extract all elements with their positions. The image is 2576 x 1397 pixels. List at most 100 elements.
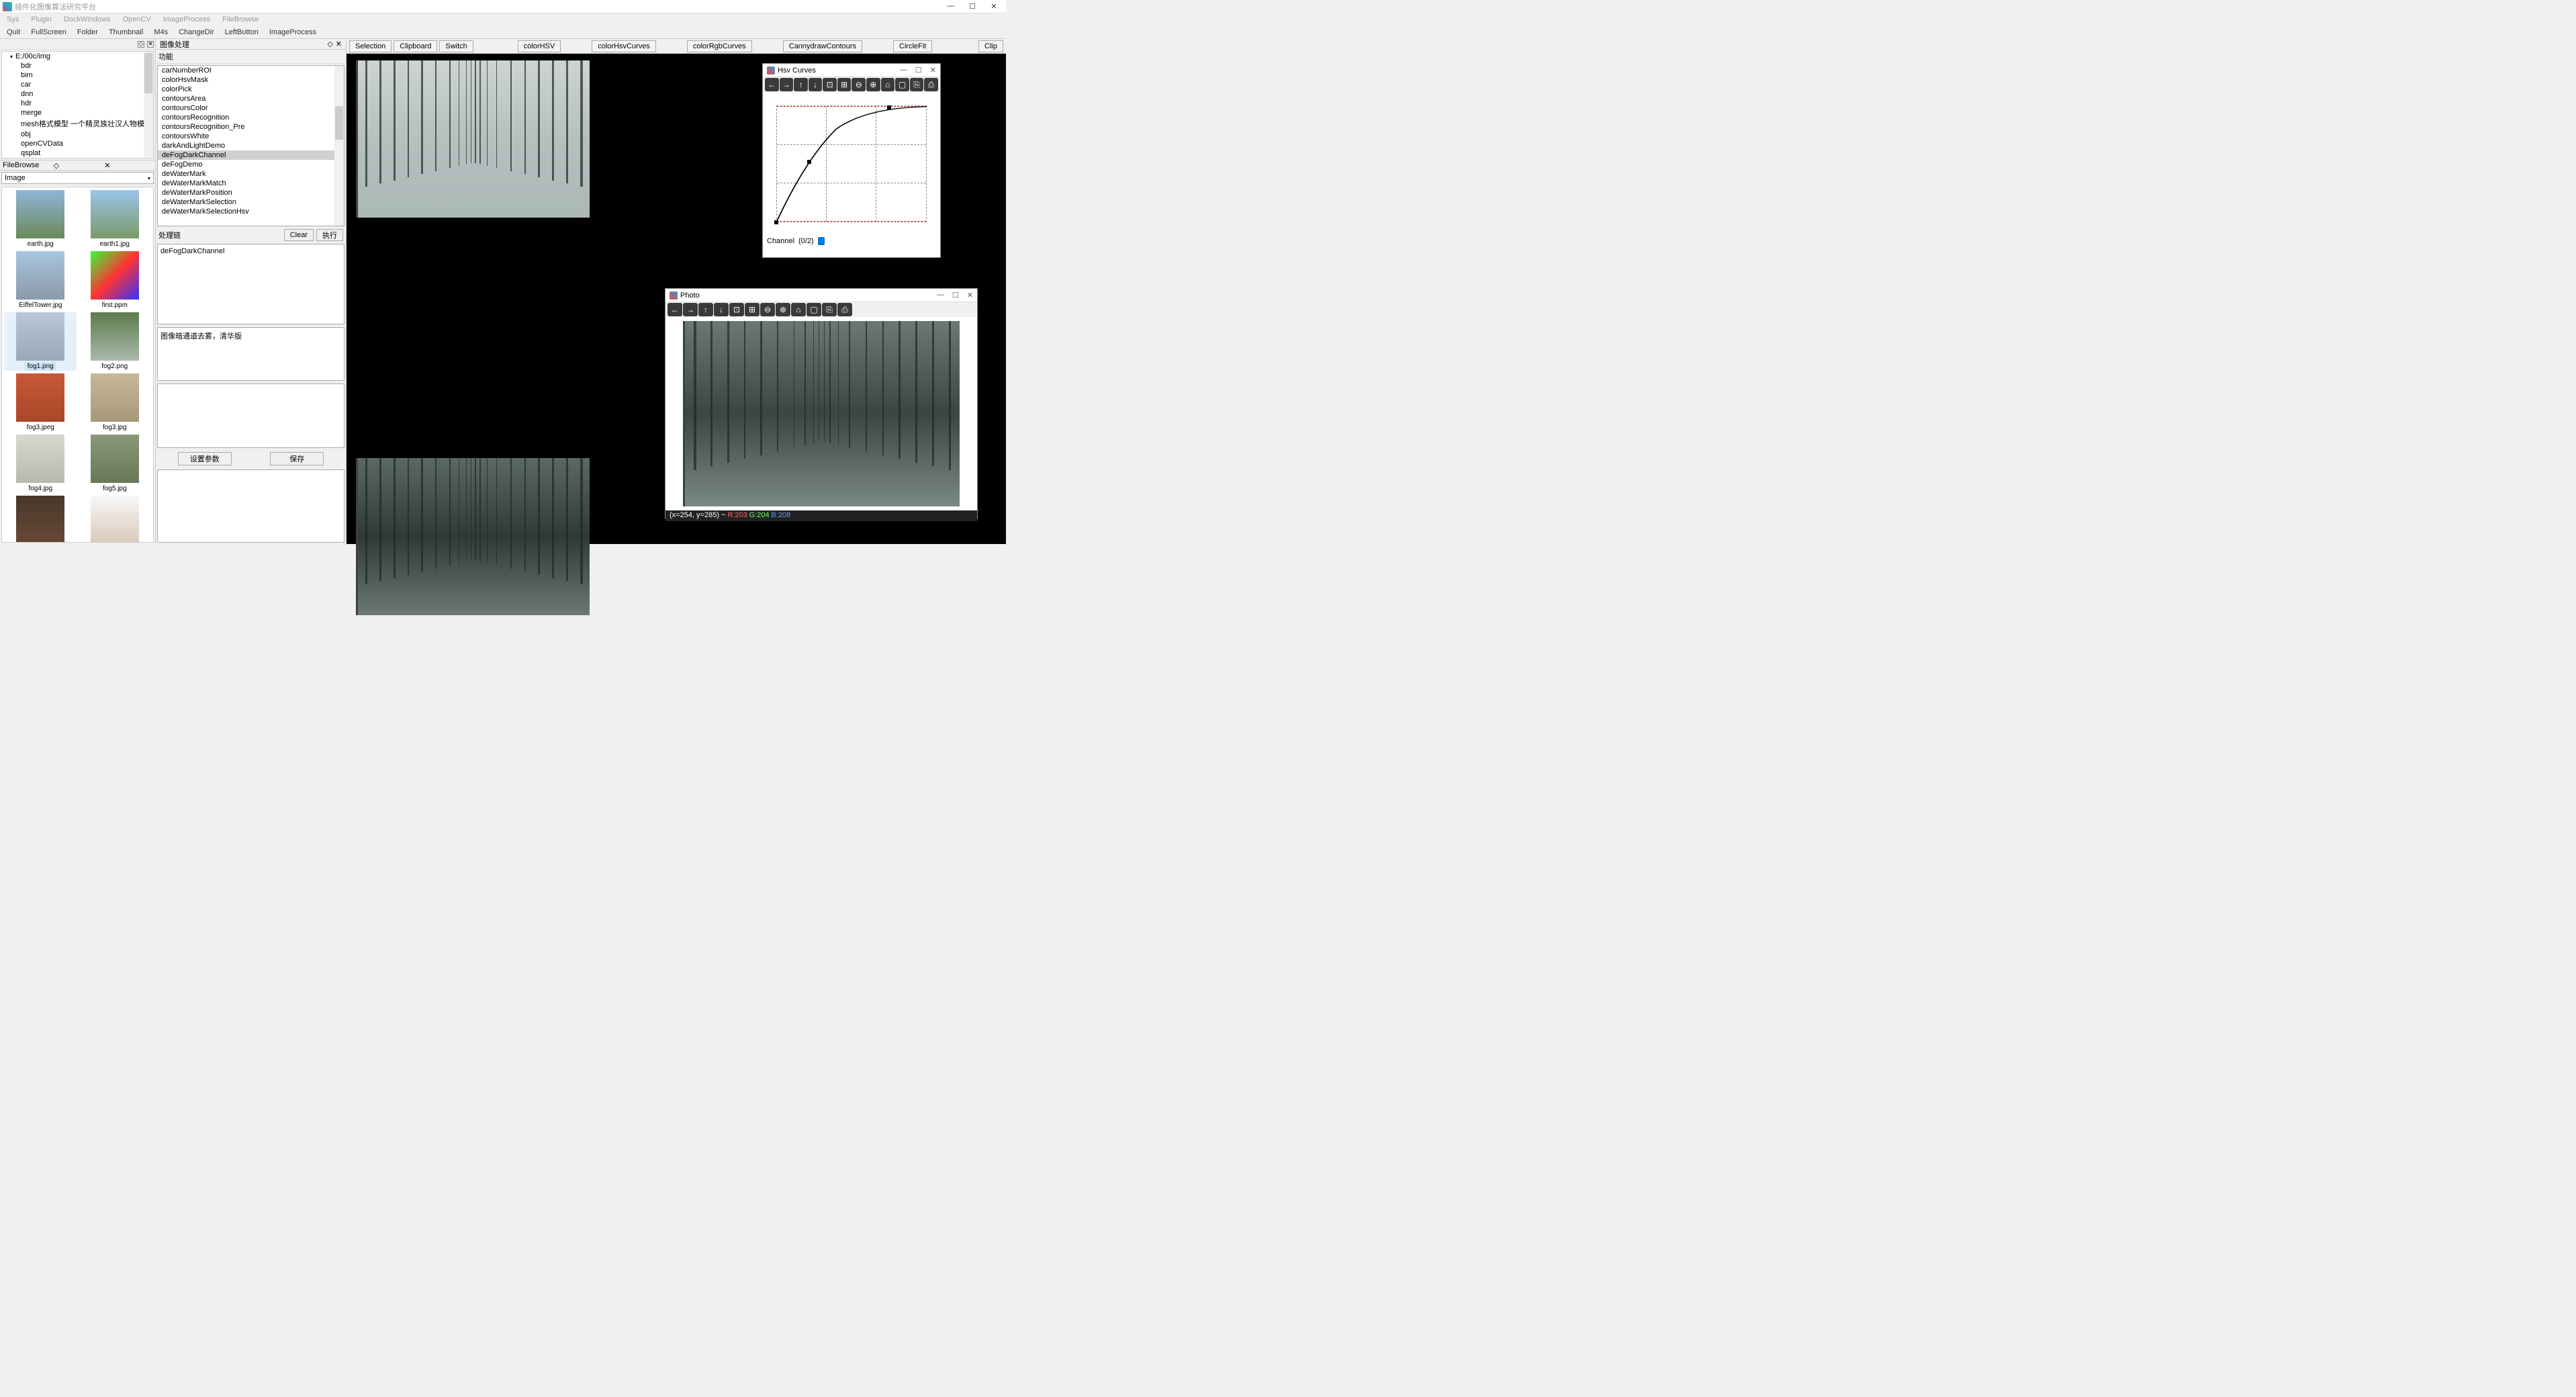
filebrowse-close-button[interactable]: ✕ [104,161,152,170]
function-item[interactable]: deFogDemo [158,160,344,169]
menu-opencv[interactable]: OpenCV [123,15,151,24]
menu-dockwindows[interactable]: DockWindows [64,15,111,24]
filebrowse-float-button[interactable]: ◇ [54,161,102,170]
function-item[interactable]: contoursRecognition_Pre [158,122,344,132]
panel-tool-6[interactable]: ⊖ [760,303,775,316]
tree-item[interactable]: dnn [2,89,153,99]
function-item[interactable]: contoursColor [158,103,344,113]
hsv-curves-panel[interactable]: Hsv Curves — ☐ ✕ ←→↑↓⊡⊞⊖⊕⌂▢⎘⎙ [762,63,941,258]
tree-item[interactable]: mesh格式模型 一个精灵族壮汉人物模… [2,118,153,130]
thumbnail[interactable]: EiffelTower.jpg [5,251,77,310]
tab-switch[interactable]: Switch [439,40,473,52]
tree-root[interactable]: E:/00c/img [2,52,153,61]
function-scrollbar[interactable] [334,66,344,226]
save-button[interactable]: 保存 [270,452,324,465]
hsv-close-button[interactable]: ✕ [930,66,936,75]
tab-colorhsv[interactable]: colorHSV [518,40,561,52]
tab-clip[interactable]: Clip [978,40,1003,52]
photo-close-button[interactable]: ✕ [967,291,973,300]
tab-selection[interactable]: Selection [349,40,392,52]
tree-item[interactable]: bdr [2,61,153,71]
function-item[interactable]: deFogDarkChannel [158,150,344,160]
tool-quit[interactable]: Quit [7,28,20,36]
panel-tool-0[interactable]: ← [765,78,779,91]
tree-item[interactable]: merge [2,108,153,118]
parameter-box[interactable] [157,384,344,448]
function-list[interactable]: carNumberROIcolorHsvMaskcolorPickcontour… [157,65,344,226]
function-item[interactable]: contoursWhite [158,132,344,141]
curve-editor[interactable] [766,95,937,233]
panel-tool-5[interactable]: ⊞ [837,78,852,91]
thumbnail[interactable]: fog5.jpg [79,435,151,493]
tab-colorrgbcurves[interactable]: colorRgbCurves [687,40,752,52]
function-item[interactable]: deWaterMarkSelection [158,197,344,207]
panel-tool-6[interactable]: ⊖ [852,78,866,91]
panel-tool-1[interactable]: → [780,78,794,91]
function-item[interactable]: contoursRecognition [158,113,344,122]
panel-tool-7[interactable]: ⊕ [866,78,880,91]
tree-item[interactable]: car [2,80,153,89]
dock-float-button[interactable]: ◇ [138,41,144,48]
photo-panel-titlebar[interactable]: Photo — ☐ ✕ [665,289,977,302]
function-item[interactable]: deWaterMarkSelectionHsv [158,207,344,216]
function-item[interactable]: colorPick [158,85,344,94]
set-param-button[interactable]: 设置参数 [178,452,232,465]
tree-item[interactable]: bim [2,71,153,80]
clear-button[interactable]: Clear [284,229,314,241]
panel-tool-9[interactable]: ▢ [807,303,821,316]
tree-item[interactable]: openCVData [2,139,153,148]
tab-circlefit[interactable]: CircleFit [893,40,932,52]
tool-fullscreen[interactable]: FullScreen [31,28,66,36]
panel-tool-7[interactable]: ⊕ [776,303,790,316]
panel-tool-3[interactable]: ↓ [809,78,823,91]
tool-changedir[interactable]: ChangeDir [179,28,214,36]
tree-scrollbar[interactable] [144,52,153,158]
thumbnail[interactable]: fog1.png [5,312,77,371]
photo-maximize-button[interactable]: ☐ [952,291,959,300]
close-button[interactable]: ✕ [990,2,998,11]
panel-tool-11[interactable]: ⎙ [837,303,852,316]
tree-item[interactable]: hdr [2,99,153,108]
thumbnail[interactable]: earth1.jpg [79,190,151,249]
thumbnail[interactable]: earth.jpg [5,190,77,249]
function-item[interactable]: darkAndLightDemo [158,141,344,150]
function-item[interactable]: deWaterMarkPosition [158,188,344,197]
panel-tool-8[interactable]: ⌂ [791,303,806,316]
function-item[interactable]: deWaterMark [158,169,344,179]
panel-tool-3[interactable]: ↓ [714,303,729,316]
tool-imageprocess[interactable]: ImageProcess [269,28,316,36]
function-item[interactable]: contoursArea [158,94,344,103]
panel-tool-10[interactable]: ⎘ [910,78,924,91]
panel-tool-9[interactable]: ▢ [895,78,909,91]
execute-button[interactable]: 执行 [316,229,343,241]
tree-item[interactable]: obj [2,130,153,139]
tab-colorhsvcurves[interactable]: colorHsvCurves [592,40,656,52]
panel-tool-2[interactable]: ↑ [698,303,713,316]
minimize-button[interactable]: — [947,2,955,11]
menu-imageprocess[interactable]: ImageProcess [163,15,210,24]
imageprocess-float-button[interactable]: ◇ [327,40,332,48]
dock-close-button[interactable]: ✕ [147,41,154,48]
maximize-button[interactable]: ☐ [968,2,976,11]
thumbnail[interactable]: fog3.jpg [79,373,151,432]
filebrowse-type-combo[interactable]: Image [1,172,154,184]
thumbnail[interactable]: fog2.png [79,312,151,371]
tool-thumbnail[interactable]: Thumbnail [109,28,143,36]
function-item[interactable]: deWaterMarkMatch [158,179,344,188]
panel-tool-11[interactable]: ⎙ [924,78,938,91]
hsv-maximize-button[interactable]: ☐ [915,66,922,75]
hsv-minimize-button[interactable]: — [900,66,907,75]
tool-folder[interactable]: Folder [77,28,98,36]
panel-tool-5[interactable]: ⊞ [745,303,760,316]
hsv-panel-titlebar[interactable]: Hsv Curves — ☐ ✕ [763,64,940,77]
panel-tool-4[interactable]: ⊡ [729,303,744,316]
panel-tool-10[interactable]: ⎘ [822,303,837,316]
thumbnail[interactable]: fog3.jpeg [5,373,77,432]
output-box[interactable] [157,469,344,543]
tool-leftbutton[interactable]: LeftButton [225,28,259,36]
chain-list[interactable]: deFogDarkChannel [157,244,344,324]
tab-clipboard[interactable]: Clipboard [394,40,437,52]
folder-tree[interactable]: E:/00c/img bdrbimcardnnhdrmergemesh格式模型 … [1,51,154,159]
tab-cannydrawcontours[interactable]: CannydrawContours [783,40,862,52]
menu-sys[interactable]: Sys [7,15,19,24]
